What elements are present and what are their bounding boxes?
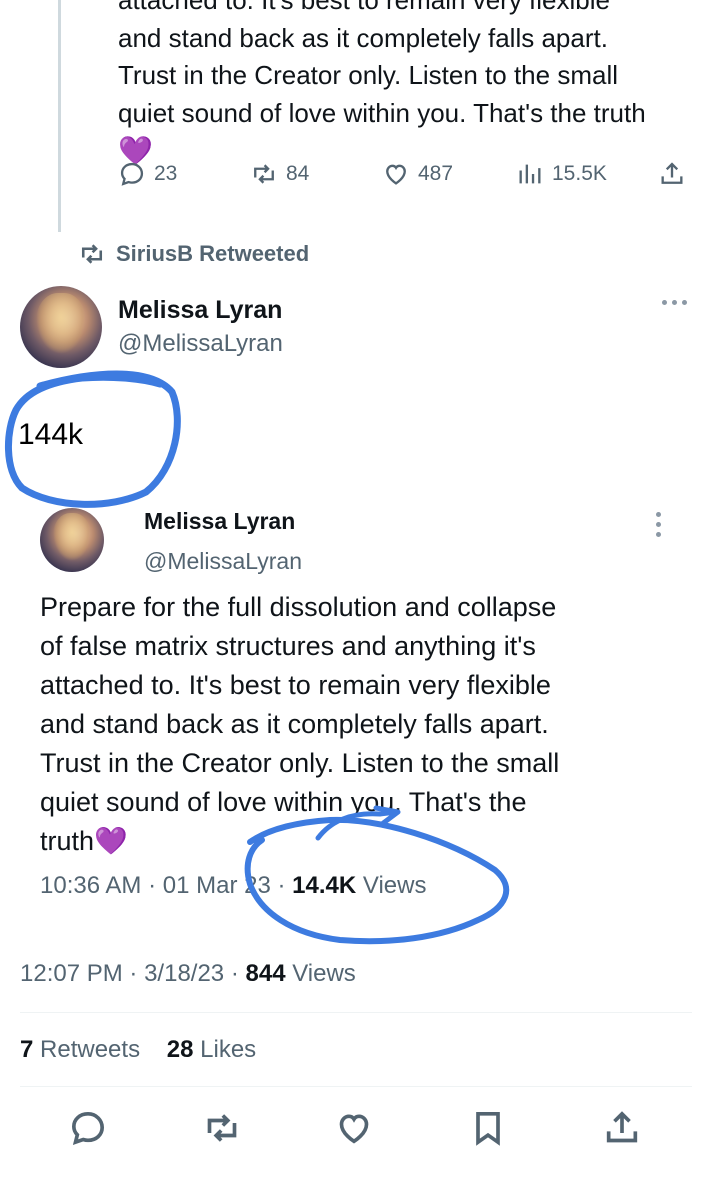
quoted-line: of false matrix structures and anything … [40, 631, 536, 661]
retweets-stat[interactable]: 7 Retweets [20, 1036, 140, 1063]
avatar[interactable] [20, 286, 102, 368]
retweet-icon [81, 244, 103, 264]
author-name[interactable]: Melissa Lyran [118, 296, 282, 325]
retweet-icon [207, 1114, 237, 1142]
previous-tweet-line: attached to. It's best to remain very fl… [118, 0, 610, 15]
share-icon [606, 1111, 638, 1143]
previous-tweet-line: Trust in the Creator only. Listen to the… [118, 60, 618, 90]
retweets-count: 7 [20, 1036, 34, 1063]
tweet-views-count: 844 [245, 960, 286, 987]
like-icon [386, 164, 406, 185]
previous-tweet-line: quiet sound of love within you. That's t… [118, 97, 646, 128]
author-handle[interactable]: @MelissaLyran [118, 330, 283, 358]
reply-icon [120, 162, 144, 186]
retweet-button[interactable]: 84 [250, 160, 309, 188]
tweet-text: 144k [18, 418, 84, 451]
like-button[interactable] [334, 1108, 374, 1148]
views-button[interactable]: 15.5K [516, 160, 607, 188]
quoted-author-name[interactable]: Melissa Lyran [144, 508, 295, 535]
quoted-author-handle[interactable]: @MelissaLyran [144, 548, 302, 575]
reply-icon [71, 1111, 105, 1146]
views-icon [519, 164, 541, 184]
more-icon[interactable] [662, 300, 687, 305]
retweet-count: 84 [286, 162, 310, 185]
share-button[interactable] [658, 160, 686, 188]
quoted-tweet-meta: 10:36 AM · 01 Mar 23 · 14.4K Views [40, 872, 427, 899]
likes-label: Likes [200, 1036, 257, 1063]
quoted-avatar[interactable] [40, 508, 104, 572]
thread-line [58, 0, 61, 232]
bookmark-icon [476, 1112, 500, 1146]
quoted-line: Trust in the Creator only. Listen to the… [40, 748, 560, 778]
tweet-meta: 12:07 PM · 3/18/23 · 844 Views [20, 960, 356, 987]
quoted-line: Prepare for the full dissolution and col… [40, 592, 557, 622]
quoted-line: truth💜 [40, 826, 128, 856]
quoted-line: and stand back as it completely falls ap… [40, 709, 549, 739]
bookmark-button[interactable] [468, 1108, 508, 1148]
views-count: 15.5K [552, 162, 607, 185]
share-button[interactable] [602, 1108, 642, 1148]
retweet-icon [254, 164, 274, 184]
likes-stat[interactable]: 28 Likes [167, 1036, 256, 1063]
quoted-tweet-text: Prepare for the full dissolution and col… [40, 588, 680, 861]
tweet-action-bar [0, 1100, 714, 1160]
divider [20, 1086, 692, 1087]
previous-tweet-actions: 23 84 487 15.5K [118, 160, 698, 200]
quoted-date[interactable]: 01 Mar 23 [163, 872, 271, 899]
retweets-label: Retweets [40, 1036, 141, 1063]
quoted-views-label: Views [362, 872, 427, 899]
tweet-date[interactable]: 3/18/23 [144, 960, 224, 987]
quoted-line: quiet sound of love within you. That's t… [40, 787, 527, 817]
retweeted-banner[interactable]: SiriusB Retweeted [78, 240, 309, 268]
quoted-more-icon[interactable] [656, 512, 661, 537]
reply-button[interactable] [68, 1108, 108, 1148]
retweet-button[interactable] [202, 1108, 242, 1148]
tweet-views-label: Views [292, 960, 356, 987]
quoted-views-count: 14.4K [292, 872, 357, 899]
quoted-line: attached to. It's best to remain very fl… [40, 670, 551, 700]
retweeted-label: SiriusB Retweeted [116, 241, 310, 266]
like-count: 487 [418, 162, 454, 185]
likes-count: 28 [166, 1036, 194, 1063]
divider [20, 1012, 692, 1013]
reply-button[interactable]: 23 [118, 160, 177, 188]
like-icon [339, 1114, 369, 1144]
tweet-time[interactable]: 12:07 PM [20, 960, 123, 987]
like-button[interactable]: 487 [382, 160, 453, 188]
previous-tweet-text: attached to. It's best to remain very fl… [118, 0, 698, 170]
previous-tweet-line: and stand back as it completely falls ap… [118, 22, 608, 53]
share-icon [661, 162, 683, 184]
engagement-stats: 7 Retweets 28 Likes [20, 1036, 256, 1064]
reply-count: 23 [154, 162, 178, 185]
quoted-time[interactable]: 10:36 AM [40, 872, 141, 899]
